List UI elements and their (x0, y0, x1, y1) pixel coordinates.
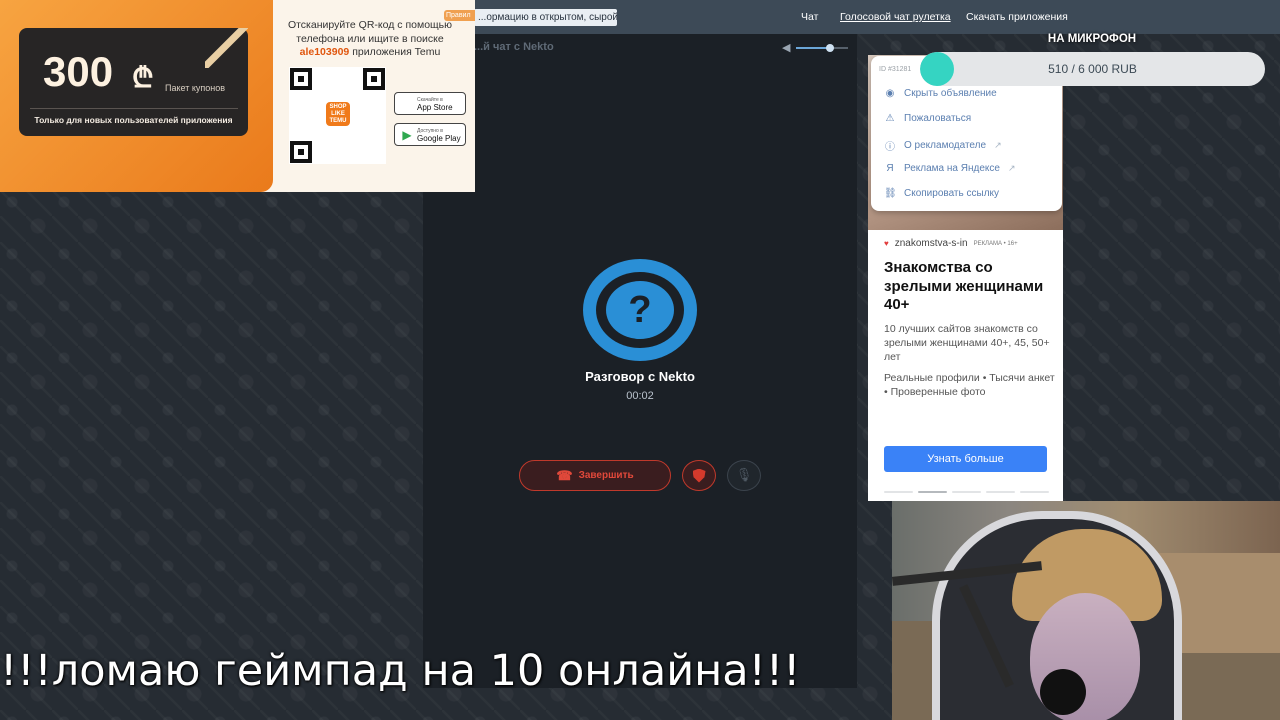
menu-copy-link[interactable]: ⛓ Скопировать ссылку (884, 188, 999, 199)
volume-track[interactable] (796, 44, 848, 52)
goal-amount: 510 / 6 000 RUB (1048, 62, 1137, 76)
external-link-icon: ↗ (1007, 163, 1016, 173)
hangup-phone-icon: ☎ (556, 467, 573, 483)
conversation-title: Разговор с Nekto (585, 369, 695, 384)
mute-button[interactable]: 🎙 (727, 460, 761, 491)
menu-item-label: Скрыть объявление (904, 88, 997, 99)
app-store-button[interactable]: Скачайте в App Store (394, 92, 466, 115)
volume-knob[interactable] (825, 44, 834, 52)
donation-goal-bar: 510 / 6 000 RUB (920, 52, 1265, 86)
chat-header-title: ...й чат с Nekto (474, 41, 554, 53)
ad-headline[interactable]: Знакомства со зрелыми женщинами 40+ (884, 259, 1054, 315)
menu-about-advertiser[interactable]: ⓘ О рекламодателе ↗ (884, 138, 1002, 153)
external-link-icon: ↗ (994, 140, 1002, 150)
anonymous-avatar: ? (583, 259, 697, 361)
nav-voice-roulette[interactable]: Голосовой чат рулетка (840, 11, 951, 23)
nav-download-apps[interactable]: Скачать приложения (966, 11, 1068, 23)
menu-item-label: О рекламодателе (904, 140, 987, 151)
link-icon: ⛓ (884, 188, 897, 199)
scan-text: Отсканируйте QR-код с помощью телефона и… (287, 19, 453, 45)
ad-description: 10 лучших сайтов знакомств со зрелыми же… (884, 323, 1050, 363)
microphone-icon: 🎙 (735, 468, 753, 483)
gift-ribbon-icon (205, 28, 248, 68)
google-play-button[interactable]: ▶ Доступно в Google Play (394, 123, 466, 146)
qr-finder (363, 68, 385, 90)
learn-more-button[interactable]: Узнать больше (884, 446, 1047, 472)
menu-item-label: Скопировать ссылку (904, 188, 1000, 199)
speaker-icon: ◀ (782, 41, 791, 54)
google-play-label: Google Play (417, 133, 461, 143)
carousel-indicator (884, 491, 1049, 494)
heart-icon: ♥ (884, 239, 889, 248)
call-timer: 00:02 (626, 390, 654, 402)
ad-features: Реальные профили • Тысячи анкет • Провер… (884, 372, 1055, 398)
scan-instructions: Отсканируйте QR-код с помощью телефона и… (285, 19, 455, 60)
ad-domain[interactable]: ♥ znakomstva-s-in РЕКЛАМА • 16+ (884, 238, 1018, 249)
warning-icon: ⚠ (885, 113, 895, 124)
question-mark-icon: ? (606, 281, 674, 339)
ad-age-label: РЕКЛАМА • 16+ (973, 240, 1018, 247)
promo-code: ale103909 (299, 46, 350, 58)
eye-off-icon: ◉ (885, 88, 895, 99)
nav-chat[interactable]: Чат (801, 11, 818, 23)
voice-chat-panel (423, 34, 857, 688)
shield-icon (692, 468, 706, 483)
google-play-icon: ▶ (402, 127, 412, 142)
coupon-amount: 300 (43, 48, 114, 95)
report-button[interactable] (682, 460, 716, 491)
qr-finder (290, 141, 312, 163)
app-store-label: App Store (417, 102, 453, 112)
menu-yandex-ads[interactable]: Я Реклама на Яндексе ↗ (884, 163, 1016, 174)
goal-label: НА МИКРОФОН (1047, 33, 1137, 45)
menu-item-label: Реклама на Яндексе (904, 163, 1000, 174)
currency-icon: ₾ (132, 62, 154, 93)
volume-slider[interactable]: ◀ (782, 41, 852, 55)
end-call-button[interactable]: ☎ Завершить (519, 460, 671, 491)
scan-text-app: приложения Temu (352, 46, 441, 58)
qr-finder (290, 68, 312, 90)
info-icon: ⓘ (885, 142, 895, 153)
privacy-notice: ...ормацию в открытом, сырой виде! (474, 9, 617, 26)
coupon-divider (30, 108, 238, 109)
new-users-only-label: Только для новых пользователей приложени… (34, 115, 233, 125)
end-call-label: Завершить (578, 470, 634, 481)
temu-logo-icon: SHOP LIKE TEMU (326, 102, 350, 126)
ad-id: ID #31281 (879, 66, 912, 73)
webcam-feed (892, 501, 1280, 720)
stream-overlay-title: !!!ломаю геймпад на 10 онлайна!!! (0, 646, 801, 696)
microphone (1040, 669, 1086, 715)
menu-report[interactable]: ⚠ Пожаловаться (884, 113, 972, 124)
coupon-pack-label: Пакет купонов (165, 83, 226, 93)
menu-hide-ad[interactable]: ◉ Скрыть объявление (884, 88, 997, 99)
volume-fill (796, 47, 830, 49)
domain-label: znakomstva-s-in (894, 238, 968, 249)
yandex-icon: Я (886, 163, 894, 174)
menu-item-label: Пожаловаться (904, 113, 972, 124)
